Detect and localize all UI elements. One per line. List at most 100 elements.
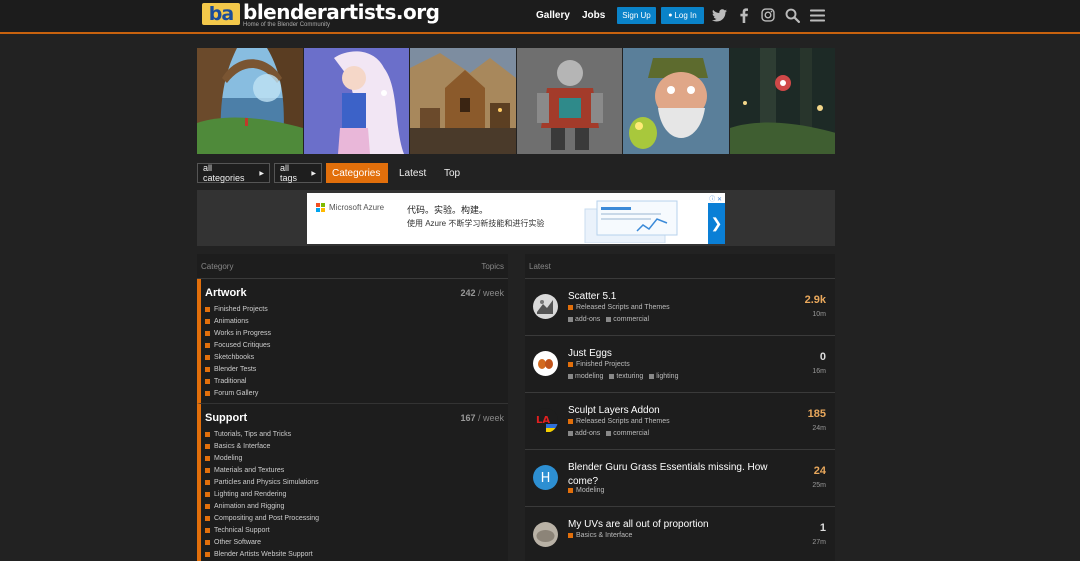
subcategory-label: Works in Progress — [214, 329, 272, 337]
topic-age[interactable]: 16m — [812, 368, 826, 375]
category-color-swatch — [205, 539, 210, 545]
topic-age[interactable]: 24m — [812, 425, 826, 432]
topic-tag[interactable]: lighting — [649, 373, 678, 380]
tab-latest[interactable]: Latest — [393, 163, 432, 183]
user-avatar[interactable] — [533, 351, 558, 376]
topic-age[interactable]: 10m — [812, 311, 826, 318]
topic-row[interactable]: H Blender Guru Grass Essentials missing. … — [525, 450, 835, 507]
topic-tag[interactable]: add-ons — [568, 430, 600, 437]
topic-tag[interactable]: commercial — [606, 316, 649, 323]
latest-topics: Latest Scatter 5.1 Released Scripts and T… — [525, 254, 835, 561]
user-avatar[interactable]: H — [533, 465, 558, 490]
category-title[interactable]: Artwork — [205, 287, 504, 299]
ad-arrow-button[interactable]: ❯ — [708, 203, 725, 244]
subcategory-label: Particles and Physics Simulations — [214, 478, 319, 486]
topic-age[interactable]: 25m — [812, 482, 826, 489]
medieval-town-artwork[interactable] — [410, 48, 516, 154]
topic-age[interactable]: 27m — [812, 539, 826, 546]
category-color-swatch — [568, 362, 573, 367]
subcategory-link[interactable]: Particles and Physics Simulations — [205, 476, 504, 488]
topic-tag-label: commercial — [613, 430, 650, 437]
topic-tag-label: lighting — [656, 373, 679, 380]
tags-dropdown[interactable]: all tags ▶ — [274, 163, 322, 183]
topic-category[interactable]: Released Scripts and Themes — [568, 304, 670, 311]
category-color-swatch — [568, 488, 573, 493]
category-color-swatch — [205, 378, 210, 384]
topic-reply-count[interactable]: 0 — [820, 351, 826, 363]
subcategory-link[interactable]: Compositing and Post Processing — [205, 512, 504, 524]
topic-reply-count[interactable]: 185 — [808, 408, 826, 420]
category-color-swatch — [205, 515, 210, 521]
user-avatar[interactable] — [533, 294, 558, 319]
topic-title[interactable]: Sculpt Layers Addon — [568, 404, 768, 418]
subcategory-link[interactable]: Animation and Rigging — [205, 500, 504, 512]
hamburger-menu-icon[interactable] — [808, 6, 826, 24]
topic-title[interactable]: Just Eggs — [568, 347, 768, 361]
topic-reply-count[interactable]: 1 — [820, 522, 826, 534]
signup-button[interactable]: Sign Up — [617, 7, 656, 24]
ad-choices[interactable]: ⓘ ✕ — [709, 194, 722, 203]
subcategory-link[interactable]: Other Software — [205, 536, 504, 548]
topic-category[interactable]: Modeling — [568, 487, 604, 494]
subcategory-link[interactable]: Forum Gallery — [205, 387, 504, 399]
subcategory-link[interactable]: Animations — [205, 315, 504, 327]
fantasy-girl-artwork[interactable] — [303, 48, 409, 154]
topic-reply-count[interactable]: 2.9k — [805, 294, 826, 306]
category-color-swatch — [205, 342, 210, 348]
user-avatar[interactable]: LA — [533, 408, 558, 433]
tab-top[interactable]: Top — [438, 163, 466, 183]
subcategory-link[interactable]: Blender Artists Website Support — [205, 548, 504, 560]
topic-title[interactable]: Blender Guru Grass Essentials missing. H… — [568, 461, 768, 489]
topic-category[interactable]: Released Scripts and Themes — [568, 418, 670, 425]
azure-ad[interactable]: ⓘ ✕ Microsoft Azure 代码。实验。构建。 使用 Azure 不… — [307, 193, 725, 244]
subcategory-link[interactable]: Technical Support — [205, 524, 504, 536]
user-avatar[interactable] — [533, 522, 558, 547]
topic-title[interactable]: My UVs are all out of proportion — [568, 518, 768, 532]
subcategory-link[interactable]: Basics & Interface — [205, 440, 504, 452]
login-button[interactable]: ● Log In — [661, 7, 704, 24]
instagram-icon[interactable] — [759, 6, 777, 24]
armored-warrior-artwork[interactable] — [516, 48, 622, 154]
topic-category[interactable]: Finished Projects — [568, 361, 630, 368]
subcategory-link[interactable]: Materials and Textures — [205, 464, 504, 476]
subcategory-label: Focused Critiques — [214, 341, 271, 349]
topic-reply-count[interactable]: 24 — [814, 465, 826, 477]
tag-swatch — [568, 317, 573, 322]
subcategory-link[interactable]: Modeling — [205, 452, 504, 464]
category-color-swatch — [205, 479, 210, 485]
twitter-icon[interactable] — [710, 6, 728, 24]
subcategory-link[interactable]: Traditional — [205, 375, 504, 387]
topic-row[interactable]: LA Sculpt Layers Addon Released Scripts an… — [525, 393, 835, 450]
site-logo[interactable]: ba blenderartists.org Home of the Blende… — [202, 2, 440, 29]
categories-table: Category Topics Artwork 242 / week Finishe… — [197, 254, 508, 561]
forest-arch-artwork[interactable] — [197, 48, 303, 154]
category-color-swatch — [205, 318, 210, 324]
categories-table-header: Category Topics — [197, 254, 508, 279]
topic-tag[interactable]: commercial — [606, 430, 649, 437]
topic-title[interactable]: Scatter 5.1 — [568, 290, 768, 304]
topic-row[interactable]: Just Eggs Finished Projects modeling textur… — [525, 336, 835, 393]
subcategory-link[interactable]: Tutorials, Tips and Tricks — [205, 428, 504, 440]
topic-row[interactable]: My UVs are all out of proportion Basics &… — [525, 507, 835, 561]
topic-tag[interactable]: modeling — [568, 373, 603, 380]
topic-tag[interactable]: texturing — [609, 373, 643, 380]
subcategory-link[interactable]: Lighting and Rendering — [205, 488, 504, 500]
tab-categories[interactable]: Categories — [326, 163, 388, 183]
subcategory-link[interactable]: Works in Progress — [205, 327, 504, 339]
category-title[interactable]: Support — [205, 412, 504, 424]
subcategory-link[interactable]: Blender Tests — [205, 363, 504, 375]
old-man-gecko-artwork[interactable] — [623, 48, 729, 154]
subcategory-link[interactable]: Sketchbooks — [205, 351, 504, 363]
subcategory-link[interactable]: Focused Critiques — [205, 339, 504, 351]
search-icon[interactable] — [783, 6, 801, 24]
categories-dropdown[interactable]: all categories ▶ — [197, 163, 270, 183]
topic-row[interactable]: Scatter 5.1 Released Scripts and Themes ad… — [525, 279, 835, 336]
facebook-icon[interactable] — [735, 6, 753, 24]
nav-gallery[interactable]: Gallery — [536, 10, 570, 21]
forest-scene-artwork[interactable] — [729, 48, 835, 154]
subcategory-link[interactable]: Finished Projects — [205, 303, 504, 315]
nav-jobs[interactable]: Jobs — [582, 10, 605, 21]
topic-category[interactable]: Basics & Interface — [568, 532, 632, 539]
topic-category-label: Modeling — [576, 487, 605, 494]
topic-tag[interactable]: add-ons — [568, 316, 600, 323]
